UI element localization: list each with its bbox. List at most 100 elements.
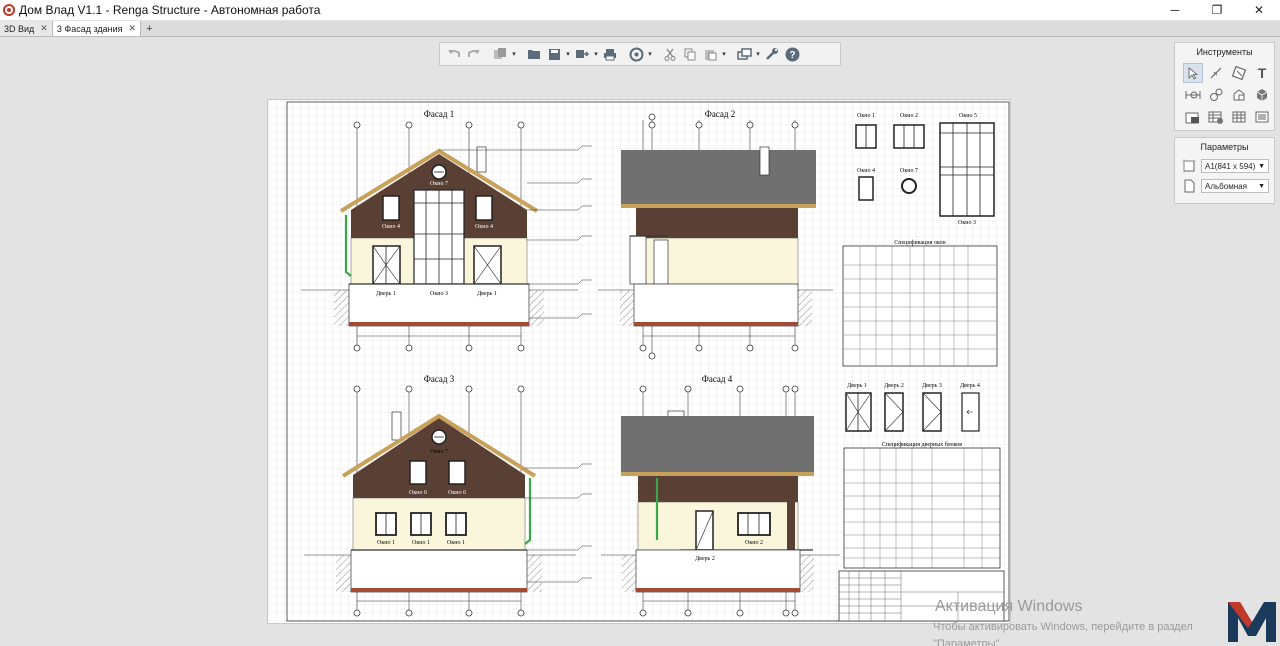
f4-door-label: Дверь 2 [695,556,715,562]
chevron-down-icon: ▼ [1258,182,1265,190]
chevron-down-icon[interactable]: ▾ [754,45,762,63]
facade-4-title: Фасад 4 [702,374,733,384]
grid-table-icon[interactable] [1229,107,1249,127]
tab-close-icon[interactable]: ✕ [129,23,137,34]
dimension-tool-icon[interactable] [1183,85,1203,105]
f3-window-1c-label: Окно 1 [447,540,465,546]
save-icon[interactable] [544,45,564,63]
parameters-panel-title: Параметры [1200,142,1249,152]
main-toolbar: ▾ ▾ ▾ ▾ ▾ ▾ ? [439,42,841,66]
help-glyph: ? [789,50,795,61]
activation-watermark-title: Активация Windows [935,598,1083,615]
copy-icon[interactable] [680,45,700,63]
list-icon[interactable] [1252,107,1272,127]
redo-icon[interactable] [464,45,484,63]
orientation-value: Альбомная [1205,181,1247,191]
chevron-down-icon[interactable]: ▾ [564,45,572,63]
view-3d-icon[interactable] [1229,85,1249,105]
tab-facade[interactable]: 3 Фасад здания ✕ [52,21,142,36]
title-bar: Дом Влад V1.1 - Renga Structure - Автоно… [0,0,1280,20]
add-tab-button[interactable]: + [141,21,157,36]
f3-window-top-label: Окно 7 [430,449,448,455]
win-label-4: Окно 4 [857,168,875,174]
sheet-format-value: А1(841 х 594) [1205,161,1256,171]
app-logo-icon [3,4,15,16]
activation-watermark-line1: Чтобы активировать Windows, перейдите в … [933,621,1193,633]
text-tool-glyph: T [1257,65,1267,81]
win-label-2: Окно 2 [900,113,918,119]
chevron-down-icon[interactable]: ▾ [720,45,728,63]
open-icon[interactable] [524,45,544,63]
win-label-1: Окно 1 [857,113,875,119]
door-label-1: Дверь 1 [847,383,867,389]
tab-3d-view[interactable]: 3D Вид ✕ [0,21,53,36]
f1-door-right-label: Дверь 1 [477,291,497,297]
drawing-sheet[interactable]: Фасад 1 Окно 7 Окно 4 Окно 4 Дверь 1 Окн… [267,99,1012,625]
f4-window-label: Окно 2 [745,540,763,546]
tools-panel: Инструменты T [1174,42,1275,131]
export-icon[interactable] [572,45,592,63]
win-label-3: Окно 3 [958,220,976,226]
maximize-button[interactable]: ❐ [1196,0,1238,20]
f1-window-top-label: Окно 7 [430,181,448,187]
door-spec-title: Спецификация дверных блоков [882,441,962,448]
f1-window-right-label: Окно 4 [475,224,493,230]
door-label-4: Дверь 4 [960,383,980,389]
door-label-2: Дверь 2 [884,383,904,389]
sync-icon[interactable] [626,45,646,63]
sheet-format-select[interactable]: А1(841 х 594) ▼ [1201,159,1269,173]
tools-panel-title: Инструменты [1196,47,1253,57]
close-button[interactable]: ✕ [1238,0,1280,20]
cut-icon[interactable] [660,45,680,63]
fill-tool-icon[interactable] [1229,63,1249,83]
chevron-down-icon[interactable]: ▾ [510,45,518,63]
f3-window-1a-label: Окно 1 [377,540,395,546]
activation-watermark-line2: "Параметры" [933,638,1000,646]
window-title: Дом Влад V1.1 - Renga Structure - Автоно… [19,3,321,17]
view-layers-icon[interactable] [734,45,754,63]
orientation-select[interactable]: Альбомная ▼ [1201,179,1269,193]
orientation-row: Альбомная ▼ [1175,176,1274,196]
box-icon[interactable] [1252,85,1272,105]
window-spec-title: Спецификация окон [894,239,946,246]
settings-wrench-icon[interactable] [762,45,782,63]
orientation-icon [1181,178,1197,194]
sheet-format-row: А1(841 х 594) ▼ [1175,156,1274,176]
facade-2-title: Фасад 2 [705,109,736,119]
paste-icon[interactable] [700,45,720,63]
channel-logo-icon [1226,598,1278,644]
f3-window-6b-label: Окно 6 [448,490,466,496]
tab-close-icon[interactable]: ✕ [40,23,48,34]
facade-1-title: Фасад 1 [424,109,455,119]
chevron-down-icon: ▼ [1258,162,1265,170]
window-spec-table: Спецификация окон [842,239,998,367]
win-label-7: Окно 7 [900,168,918,174]
select-cursor-icon[interactable] [1183,63,1203,83]
tab-label: 3D Вид [4,23,35,34]
window-controls: ─ ❐ ✕ [1154,0,1280,20]
undo-icon[interactable] [444,45,464,63]
tab-label: 3 Фасад здания [56,23,123,34]
stamp-a1-icon[interactable] [1183,107,1203,127]
sheet-format-icon [1181,158,1197,174]
parameters-panel: Параметры А1(841 х 594) ▼ Альбомная ▼ [1174,137,1275,204]
document-tabs: 3D Вид ✕ 3 Фасад здания ✕ + [0,21,1280,37]
text-tool-icon[interactable]: T [1252,63,1272,83]
f1-window-center-label: Окно 3 [430,291,448,297]
facade-3-title: Фасад 3 [424,374,455,384]
f3-window-1b-label: Окно 1 [412,540,430,546]
print-icon[interactable] [600,45,620,63]
door-label-3: Дверь 3 [922,383,942,389]
f1-door-left-label: Дверь 1 [376,291,396,297]
table-icon[interactable] [1206,107,1226,127]
chevron-down-icon[interactable]: ▾ [592,45,600,63]
win-label-5: Окно 5 [959,113,977,119]
f1-window-left-label: Окно 4 [382,224,400,230]
line-tool-icon[interactable] [1206,63,1226,83]
level-mark-icon[interactable] [1206,85,1226,105]
copy-views-icon[interactable] [490,45,510,63]
chevron-down-icon[interactable]: ▾ [646,45,654,63]
door-spec-table: Спецификация дверных блоков [843,441,1001,569]
minimize-button[interactable]: ─ [1154,0,1196,20]
help-icon[interactable]: ? [782,45,802,63]
